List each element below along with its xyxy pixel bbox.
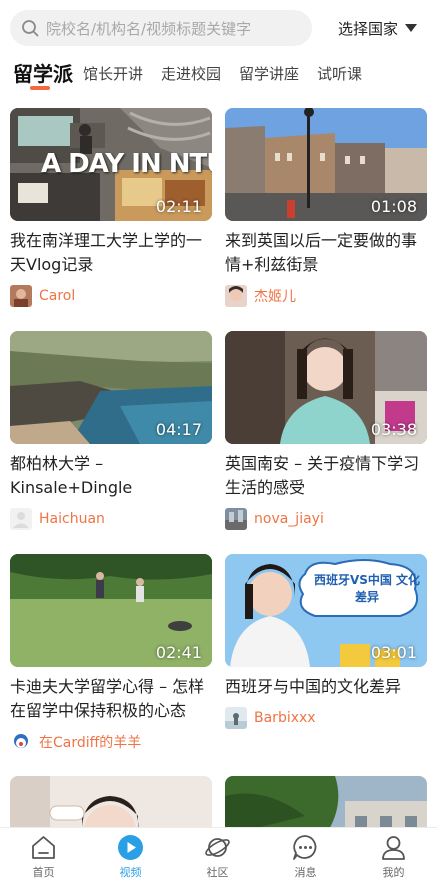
video-title[interactable]: 英国南安 – 关于疫情下学习生活的感受	[225, 452, 430, 500]
nav-community-label: 社区	[206, 866, 229, 879]
tab-campus[interactable]: 走进校园	[161, 63, 221, 84]
country-select-label: 选择国家	[338, 19, 399, 38]
video-duration: 01:08	[370, 197, 417, 216]
top-bar: 院校名/机构名/视频标题关键字 选择国家	[0, 0, 437, 52]
author-name: nova_jiayi	[254, 511, 324, 527]
video-card[interactable]: A DAY IN NTU 02:11 我在南洋理工大学上学的一天Vlog记录 C…	[10, 108, 212, 307]
search-input[interactable]: 院校名/机构名/视频标题关键字	[10, 10, 312, 46]
chat-bubble-icon	[293, 835, 317, 860]
nav-messages[interactable]: 消息	[262, 828, 349, 896]
search-icon	[22, 20, 39, 37]
video-card[interactable]: 02:41 卡迪夫大学留学心得 – 怎样在留学中保持积极的心态 在Cardiff…	[10, 554, 212, 753]
video-duration: 03:01	[370, 643, 417, 662]
author-name: 在Cardiff的羊羊	[39, 735, 142, 751]
video-duration: 02:41	[155, 643, 202, 662]
author-name: Carol	[39, 288, 76, 304]
author-info[interactable]: Haichuan	[10, 508, 105, 530]
nav-home[interactable]: 首页	[0, 828, 87, 896]
video-card[interactable]: 04:17 都柏林大学 – Kinsale+Dingle Haichuan	[10, 331, 212, 530]
nav-home-label: 首页	[32, 866, 55, 879]
avatar	[10, 508, 32, 530]
video-duration: 03:38	[370, 420, 417, 439]
thumbnail-caption: 西班牙VS中国 文化差异	[313, 573, 421, 604]
author-info[interactable]: Carol	[10, 285, 75, 307]
nav-profile[interactable]: 我的	[350, 828, 437, 896]
video-thumbnail[interactable]: 04:17	[10, 331, 212, 444]
tab-guanzhang[interactable]: 馆长开讲	[83, 63, 143, 84]
nav-messages-label: 消息	[294, 866, 317, 879]
video-thumbnail[interactable]: 西班牙VS中国 文化差异 03:01	[225, 554, 427, 667]
author-name: Haichuan	[39, 511, 105, 527]
video-title[interactable]: 卡迪夫大学留学心得 – 怎样在留学中保持积极的心态	[10, 675, 215, 723]
country-select[interactable]: 选择国家	[338, 17, 418, 39]
thumbnail-caption: A DAY IN NTU	[41, 149, 212, 179]
app-screen: 院校名/机构名/视频标题关键字 选择国家 留学派 馆长开讲 走进校园 留学讲座 …	[0, 0, 437, 896]
video-card[interactable]: 01:08 来到英国以后一定要做的事情+利兹街景 杰姬儿	[225, 108, 427, 307]
video-title[interactable]: 来到英国以后一定要做的事情+利兹街景	[225, 229, 430, 277]
video-card[interactable]: 西班牙VS中国 文化差异 03:01 西班牙与中国的文化差异 Barbixxx	[225, 554, 427, 729]
nav-community[interactable]: 社区	[174, 828, 261, 896]
avatar	[10, 285, 32, 307]
video-title[interactable]: 我在南洋理工大学上学的一天Vlog记录	[10, 229, 215, 277]
caret-down-icon	[405, 24, 418, 32]
video-duration: 02:11	[155, 197, 202, 216]
video-thumbnail[interactable]: A DAY IN NTU 02:11	[10, 108, 212, 221]
tab-liuxuepai[interactable]: 留学派	[13, 58, 73, 87]
author-info[interactable]: 杰姬儿	[225, 285, 296, 307]
video-title[interactable]: 都柏林大学 – Kinsale+Dingle	[10, 452, 215, 500]
video-thumbnail[interactable]: 02:41	[10, 554, 212, 667]
author-name: Barbixxx	[254, 710, 316, 726]
active-tab-indicator	[30, 86, 50, 90]
avatar	[225, 508, 247, 530]
video-duration: 04:17	[155, 420, 202, 439]
category-tabs: 留学派 馆长开讲 走进校园 留学讲座 试听课	[0, 58, 437, 94]
bottom-navigation: 首页 视频 社区 消息 我的	[0, 827, 437, 896]
avatar	[10, 731, 32, 753]
author-info[interactable]: nova_jiayi	[225, 508, 324, 530]
video-title[interactable]: 西班牙与中国的文化差异	[225, 675, 430, 699]
author-info[interactable]: 在Cardiff的羊羊	[10, 731, 141, 753]
planet-icon	[205, 838, 230, 857]
video-thumbnail[interactable]: 03:38	[225, 331, 427, 444]
nav-video-label: 视频	[119, 866, 142, 879]
video-thumbnail[interactable]: 01:08	[225, 108, 427, 221]
video-play-icon	[118, 835, 143, 860]
tab-lectures[interactable]: 留学讲座	[239, 63, 299, 84]
tab-trial-class[interactable]: 试听课	[317, 63, 362, 84]
avatar	[225, 285, 247, 307]
search-placeholder: 院校名/机构名/视频标题关键字	[46, 20, 252, 38]
avatar	[225, 707, 247, 729]
profile-icon	[382, 836, 405, 860]
author-info[interactable]: Barbixxx	[225, 707, 316, 729]
author-name: 杰姬儿	[254, 289, 296, 305]
video-card[interactable]: 03:38 英国南安 – 关于疫情下学习生活的感受 nova_jiayi	[225, 331, 427, 530]
nav-profile-label: 我的	[382, 866, 405, 879]
nav-video[interactable]: 视频	[87, 828, 174, 896]
home-icon	[32, 836, 55, 859]
